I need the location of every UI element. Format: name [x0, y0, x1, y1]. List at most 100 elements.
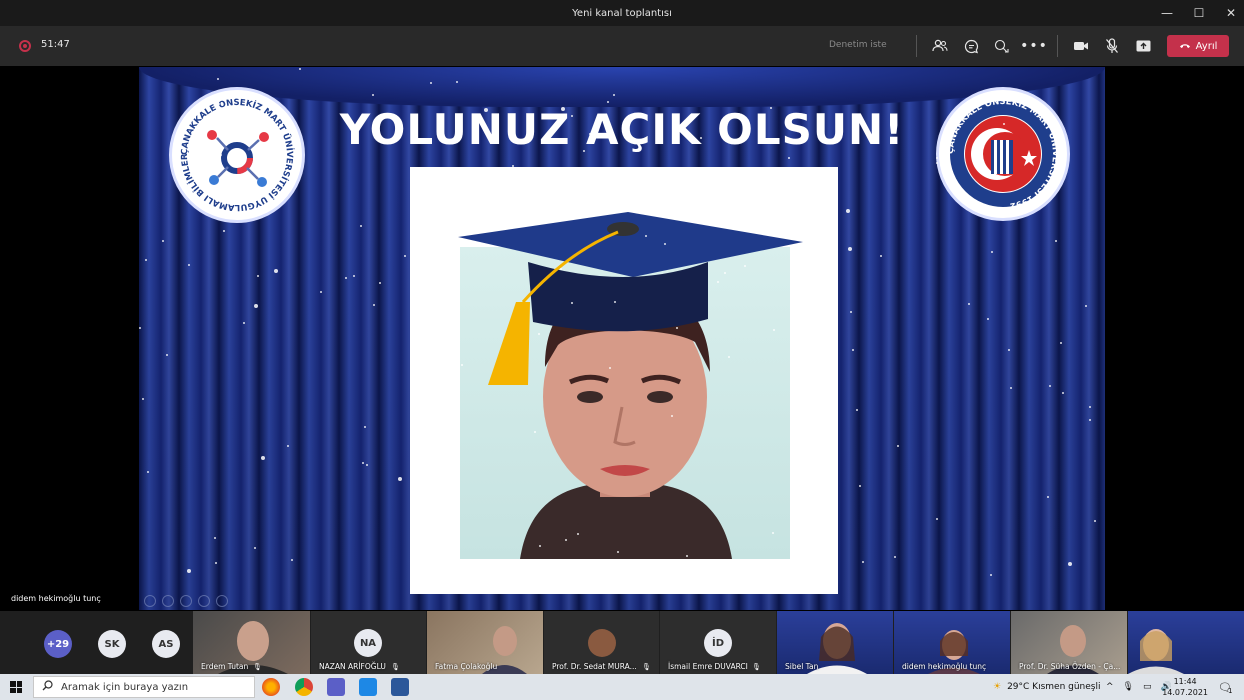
sparkle-decoration [398, 477, 402, 481]
sparkle-decoration [897, 445, 899, 447]
sparkle-decoration [987, 318, 989, 320]
sparkle-decoration [793, 445, 795, 447]
presenter-name: didem hekimoğlu tunç [11, 594, 101, 603]
participant-avatar[interactable]: SK [98, 630, 126, 658]
sparkle-decoration [364, 426, 366, 428]
weather-widget[interactable]: ☀ 29°C Kısmen güneşli [993, 674, 1100, 700]
microphone-icon[interactable]: 🎙 [1123, 682, 1134, 692]
sparkle-decoration [738, 113, 740, 115]
sparkle-decoration [220, 154, 222, 156]
sparkle-decoration [770, 107, 772, 109]
graduation-cap-icon [458, 212, 803, 385]
chat-icon[interactable] [961, 36, 981, 56]
share-screen-icon[interactable] [1133, 36, 1153, 56]
sparkle-decoration [880, 255, 882, 257]
sparkle-decoration [1060, 342, 1062, 344]
participant-tile[interactable] [1128, 611, 1244, 674]
pen-icon[interactable] [180, 595, 192, 607]
shared-content-stage: YOLUNUZ AÇIK OLSUN! ÇANAKKALE ONSEKİZ MA… [0, 66, 1244, 611]
taskbar-search[interactable]: Aramak için buraya yazın [33, 676, 255, 698]
sparkle-decoration [936, 162, 938, 164]
sparkle-decoration [850, 311, 852, 313]
menu-icon[interactable] [216, 595, 228, 607]
participant-tile[interactable]: İD İsmail Emre DUVARCI 🎙 [660, 611, 776, 674]
prev-slide-icon[interactable] [144, 595, 156, 607]
firefox-icon[interactable] [262, 678, 280, 696]
sparkle-decoration [724, 272, 726, 274]
participant-name: NAZAN ARİFOĞLU [319, 662, 386, 671]
weather-icon: ☀ [993, 682, 1002, 692]
sparkle-decoration [484, 108, 488, 112]
sparkle-decoration [533, 219, 535, 221]
sparkle-decoration [223, 230, 225, 232]
sparkle-decoration [145, 259, 147, 261]
chrome-icon[interactable] [295, 678, 313, 696]
sparkle-decoration [360, 225, 362, 227]
weather-text: 29°C Kısmen güneşli [1007, 682, 1101, 692]
participant-name: Erdem Tutan [201, 662, 249, 671]
sparkle-decoration [991, 251, 993, 253]
university-logo: ÇANAKKALE ONSEKİZ MART ÜNİVERSİTESİ 1992 [936, 87, 1070, 221]
search-icon [42, 680, 53, 694]
sparkle-decoration [1008, 349, 1010, 351]
overflow-participants-button[interactable]: +29 [44, 630, 72, 658]
sparkle-decoration [859, 485, 861, 487]
sparkle-decoration [613, 94, 615, 96]
sparkle-decoration [257, 275, 259, 277]
sparkle-decoration [1094, 520, 1096, 522]
sparkle-decoration [765, 139, 767, 141]
sparkle-decoration [461, 364, 463, 366]
word-icon[interactable] [391, 678, 409, 696]
participant-name: Prof. Dr. Süha Özden - Ça... [1019, 662, 1121, 671]
leave-button[interactable]: Ayrıl [1167, 35, 1229, 57]
sparkle-decoration [833, 381, 837, 385]
search-placeholder: Aramak için buraya yazın [61, 681, 189, 693]
zoom-icon[interactable] [198, 595, 210, 607]
participant-avatar: NA [354, 629, 382, 657]
sparkle-decoration [539, 545, 541, 547]
notification-count: 1 [1227, 687, 1233, 695]
sparkle-decoration [856, 409, 858, 411]
participant-tile[interactable]: didem hekimoğlu tunç [894, 611, 1010, 674]
photos-icon[interactable] [359, 678, 377, 696]
participant-avatar[interactable]: AS [152, 630, 180, 658]
sparkle-decoration [254, 547, 256, 549]
participant-tile[interactable]: Sibel Tan [777, 611, 893, 674]
reactions-icon[interactable] [992, 36, 1012, 56]
sparkle-decoration [827, 408, 829, 410]
participant-tile[interactable]: Fatma Çolakoğlu [427, 611, 543, 674]
participant-tile[interactable]: Erdem Tutan 🎙 [193, 611, 310, 674]
maximize-button[interactable]: ☐ [1192, 6, 1206, 20]
notifications-icon[interactable]: 🗨 1 [1218, 674, 1232, 700]
sparkle-decoration [936, 518, 938, 520]
chevron-up-icon[interactable]: ^ [1106, 682, 1114, 692]
camera-icon[interactable] [1071, 36, 1091, 56]
window-controls: — ☐ ✕ [1160, 0, 1238, 26]
more-actions-icon[interactable]: ••• [1020, 36, 1047, 56]
sparkle-decoration [379, 282, 381, 284]
sparkle-decoration [728, 356, 730, 358]
toolbar-divider [916, 35, 917, 57]
participant-tile[interactable]: NA NAZAN ARİFOĞLU 🎙 [311, 611, 426, 674]
close-button[interactable]: ✕ [1224, 6, 1238, 20]
mic-muted-icon[interactable] [1102, 36, 1122, 56]
network-icon[interactable]: ▭ [1143, 682, 1152, 692]
sparkle-decoration [471, 589, 473, 591]
taskbar-clock[interactable]: 11:44 14.07.2021 [1162, 676, 1208, 698]
participant-tile[interactable]: Prof. Dr. Süha Özden - Ça... [1011, 611, 1127, 674]
participants-icon[interactable] [930, 36, 950, 56]
windows-taskbar: Aramak için buraya yazın ☀ 29°C Kısmen g… [0, 674, 1244, 700]
next-slide-icon[interactable] [162, 595, 174, 607]
minimize-button[interactable]: — [1160, 6, 1174, 20]
request-control-button[interactable]: Denetim iste [829, 40, 887, 50]
meeting-toolbar: 51:47 Denetim iste ••• Ayrıl [0, 26, 1244, 66]
windows-start-icon[interactable] [10, 681, 22, 693]
teams-icon[interactable] [327, 678, 345, 696]
participant-tile[interactable]: Prof. Dr. Sedat MURA... 🎙 [544, 611, 659, 674]
sparkle-decoration [404, 255, 406, 257]
sparkle-decoration [894, 556, 896, 558]
sparkle-decoration [562, 114, 566, 118]
shared-slide: YOLUNUZ AÇIK OLSUN! ÇANAKKALE ONSEKİZ MA… [139, 67, 1105, 610]
clock-date: 14.07.2021 [1162, 688, 1208, 697]
sparkle-decoration [353, 275, 355, 277]
